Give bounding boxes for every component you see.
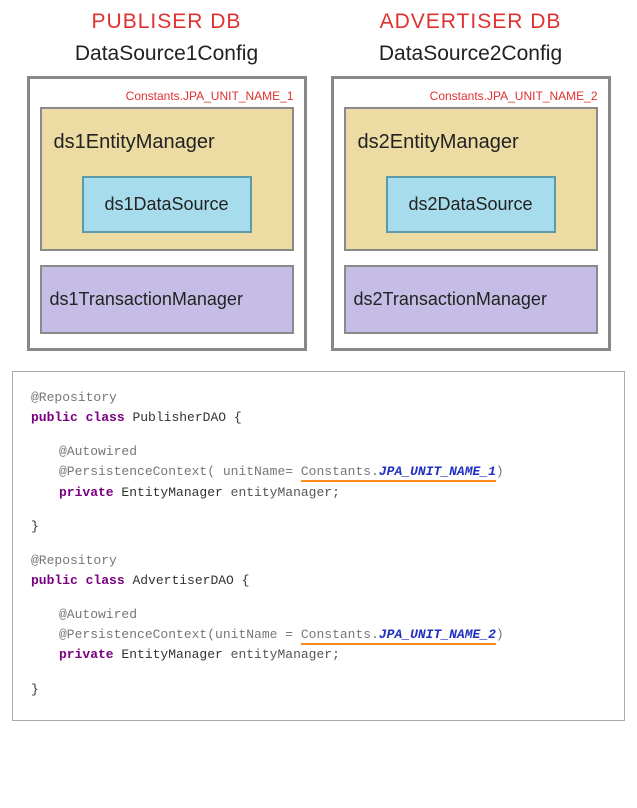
code-line: @PersistenceContext(unitName = Constants… — [31, 625, 606, 645]
unit-name-eq: (unitName = — [207, 627, 301, 642]
field-entity-manager: entityManager; — [231, 485, 340, 500]
advertiser-data-source-box: ds2DataSource — [386, 176, 556, 233]
keyword-public-class: public class — [31, 410, 125, 425]
constants-prefix: Constants. — [301, 464, 379, 479]
advertiser-jpa-label: Constants.JPA_UNIT_NAME_2 — [344, 89, 598, 103]
blank-line — [31, 428, 606, 442]
annotation-autowired: @Autowired — [59, 444, 137, 459]
code-line: private EntityManager entityManager; — [31, 483, 606, 503]
publisher-entity-manager-box: ds1EntityManager ds1DataSource — [40, 107, 294, 251]
code-line: @Autowired — [31, 442, 606, 462]
jpa-unit-name-1: JPA_UNIT_NAME_1 — [379, 464, 496, 479]
advertiser-db-title: ADVERTISER DB — [331, 10, 611, 34]
class-name-publisher: PublisherDAO { — [132, 410, 241, 425]
code-line: } — [31, 680, 606, 700]
code-panel: @Repository public class PublisherDAO { … — [12, 371, 625, 721]
publisher-jpa-label: Constants.JPA_UNIT_NAME_1 — [40, 89, 294, 103]
code-line: @Repository — [31, 551, 606, 571]
code-line: public class PublisherDAO { — [31, 408, 606, 428]
code-line: @PersistenceContext( unitName= Constants… — [31, 462, 606, 482]
annotation-repository: @Repository — [31, 553, 117, 568]
publisher-config-title: DataSource1Config — [27, 42, 307, 66]
publisher-data-source-box: ds1DataSource — [82, 176, 252, 233]
annotation-repository: @Repository — [31, 390, 117, 405]
paren-close: ) — [496, 464, 504, 479]
brace-close: } — [31, 682, 39, 697]
annotation-autowired: @Autowired — [59, 607, 137, 622]
type-entity-manager: EntityManager — [121, 647, 222, 662]
advertiser-entity-manager-label: ds2EntityManager — [358, 131, 586, 154]
blank-line — [31, 591, 606, 605]
blank-line — [31, 503, 606, 517]
code-line: public class AdvertiserDAO { — [31, 571, 606, 591]
advertiser-config-box: Constants.JPA_UNIT_NAME_2 ds2EntityManag… — [331, 76, 611, 351]
publisher-db-title: PUBLISER DB — [27, 10, 307, 34]
class-name-advertiser: AdvertiserDAO { — [132, 573, 249, 588]
blank-line — [31, 537, 606, 551]
brace-close: } — [31, 519, 39, 534]
blank-line — [31, 666, 606, 680]
code-line: @Autowired — [31, 605, 606, 625]
keyword-public-class: public class — [31, 573, 125, 588]
publisher-entity-manager-label: ds1EntityManager — [54, 131, 282, 154]
publisher-transaction-manager-box: ds1TransactionManager — [40, 265, 294, 334]
diagram-top-row: PUBLISER DB DataSource1Config Constants.… — [10, 10, 627, 351]
keyword-private: private — [59, 485, 114, 500]
code-line: @Repository — [31, 388, 606, 408]
code-line: private EntityManager entityManager; — [31, 645, 606, 665]
constants-prefix: Constants. — [301, 627, 379, 642]
field-entity-manager: entityManager; — [231, 647, 340, 662]
type-entity-manager: EntityManager — [121, 485, 222, 500]
advertiser-column: ADVERTISER DB DataSource2Config Constant… — [331, 10, 611, 351]
jpa-unit-name-2: JPA_UNIT_NAME_2 — [379, 627, 496, 642]
keyword-private: private — [59, 647, 114, 662]
advertiser-entity-manager-box: ds2EntityManager ds2DataSource — [344, 107, 598, 251]
advertiser-config-title: DataSource2Config — [331, 42, 611, 66]
annotation-persistence-context: @PersistenceContext — [59, 464, 207, 479]
paren-close: ) — [496, 627, 504, 642]
advertiser-transaction-manager-box: ds2TransactionManager — [344, 265, 598, 334]
publisher-column: PUBLISER DB DataSource1Config Constants.… — [27, 10, 307, 351]
code-line: } — [31, 517, 606, 537]
unit-name-eq: ( unitName= — [207, 464, 301, 479]
publisher-config-box: Constants.JPA_UNIT_NAME_1 ds1EntityManag… — [27, 76, 307, 351]
annotation-persistence-context: @PersistenceContext — [59, 627, 207, 642]
